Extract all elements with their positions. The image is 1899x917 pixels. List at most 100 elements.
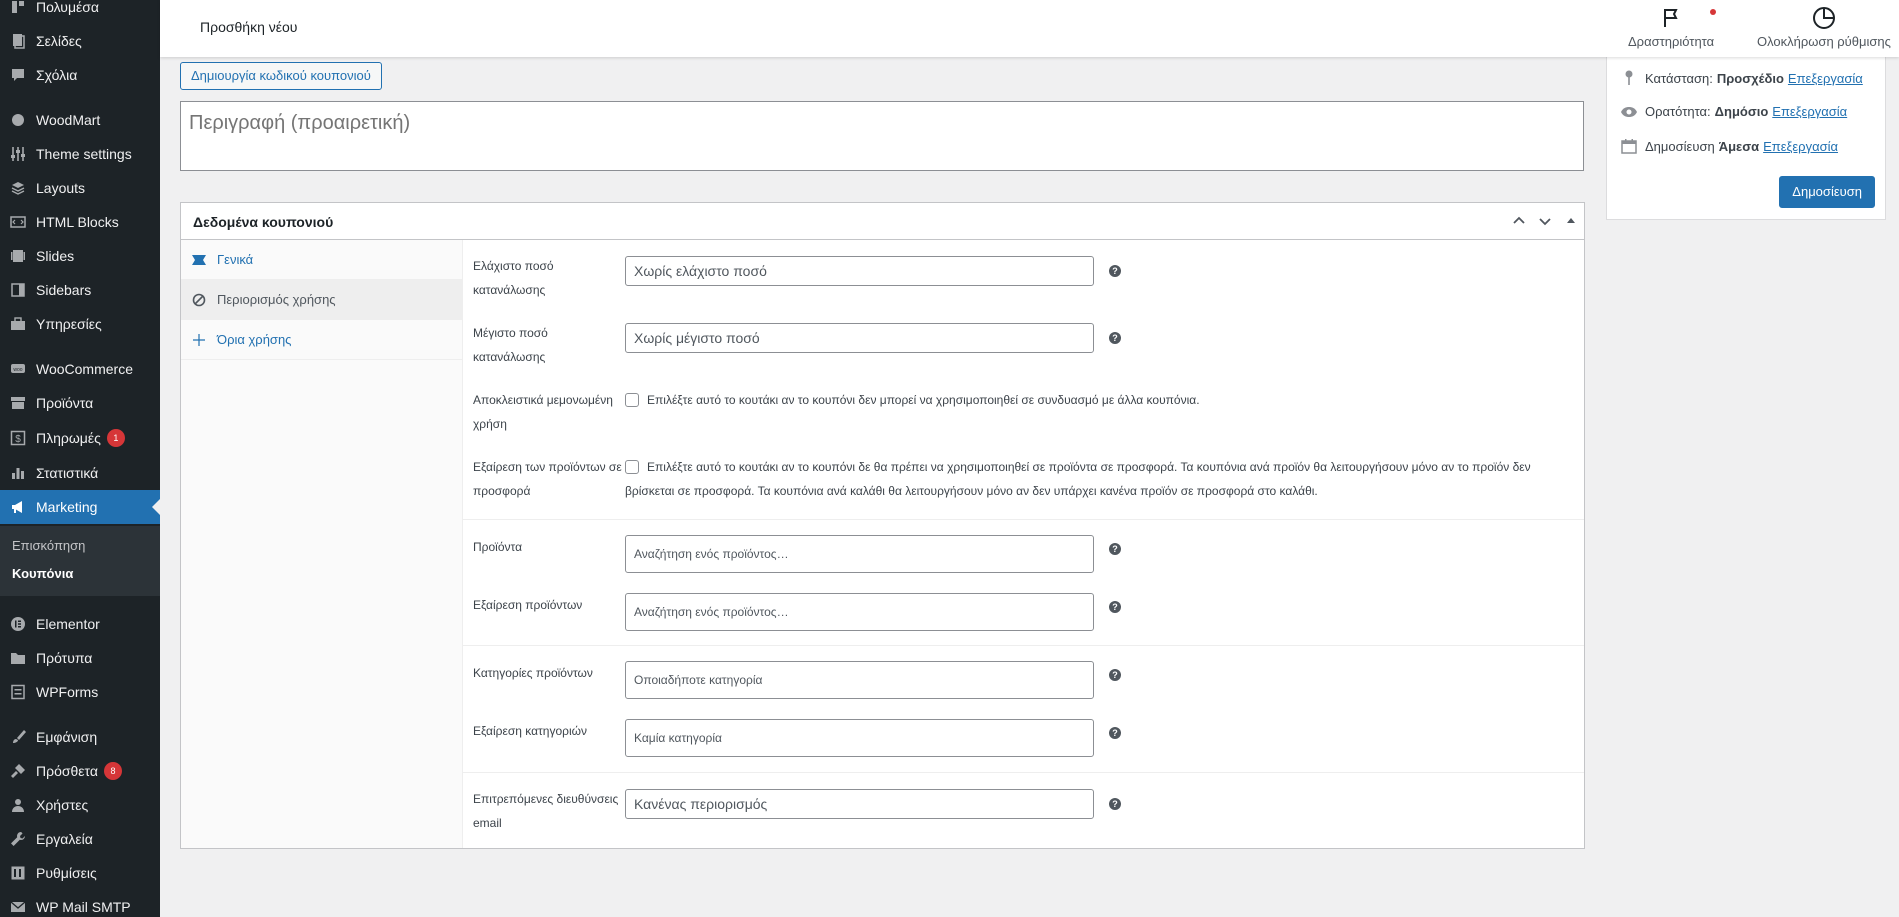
- tab-usage-restriction[interactable]: Περιορισμός χρήσης: [181, 280, 462, 320]
- sidebar-item-woocommerce[interactable]: woo WooCommerce: [0, 352, 160, 386]
- chevron-up-icon[interactable]: [1510, 212, 1528, 230]
- sidebar-item-label: WooCommerce: [36, 361, 133, 377]
- sidebar-item-wpforms[interactable]: WPForms: [0, 675, 160, 709]
- sidebar-item-woodmart[interactable]: WoodMart: [0, 103, 160, 137]
- sidebar-item-services[interactable]: Υπηρεσίες: [0, 307, 160, 341]
- tab-general[interactable]: Γενικά: [181, 240, 462, 280]
- settings-icon: [8, 863, 28, 883]
- activity-label: Δραστηριότητα: [1628, 34, 1715, 49]
- sidebar-item-label: Elementor: [36, 616, 100, 632]
- html-icon: [8, 212, 28, 232]
- woodmart-icon: [8, 110, 28, 130]
- svg-text:$: $: [15, 434, 21, 445]
- help-icon[interactable]: ?: [1109, 332, 1121, 344]
- sidebar-item-tools[interactable]: Εργαλεία: [0, 822, 160, 856]
- generate-coupon-code-button[interactable]: Δημιουργία κωδικού κουπονιού: [180, 62, 382, 90]
- sidebar-item-appearance[interactable]: Εμφάνιση: [0, 720, 160, 754]
- sidebar-item-layouts[interactable]: Layouts: [0, 171, 160, 205]
- usage-restriction-fields: Ελάχιστο ποσό κατανάλωσης Χωρίς ελάχιστο…: [463, 240, 1584, 848]
- product-categories-input[interactable]: Οποιαδήποτε κατηγορία: [625, 661, 1094, 699]
- divider: [463, 645, 1584, 646]
- help-icon[interactable]: ?: [1109, 265, 1121, 277]
- help-icon[interactable]: ?: [1109, 669, 1121, 681]
- submenu-item-coupons[interactable]: Κουπόνια: [12, 566, 73, 581]
- sidebar-item-html-blocks[interactable]: HTML Blocks: [0, 205, 160, 239]
- sidebar-item-settings[interactable]: Ρυθμίσεις: [0, 856, 160, 890]
- coupon-description-field[interactable]: [180, 101, 1584, 171]
- sidebar-item-marketing[interactable]: Marketing: [0, 490, 160, 524]
- help-icon[interactable]: ?: [1109, 601, 1121, 613]
- sidebar-item-payments[interactable]: $ Πληρωμές 1: [0, 421, 160, 455]
- sidebar-item-wp-mail-smtp[interactable]: WP Mail SMTP: [0, 890, 160, 917]
- sidebar-item-templates[interactable]: Πρότυπα: [0, 641, 160, 675]
- sidebar-item-label: Εργαλεία: [36, 831, 93, 847]
- sidebar-item-media[interactable]: Πολυμέσα: [0, 0, 160, 24]
- top-header-bar: Προσθήκη νέου Δραστηριότητα Ολοκλήρωση ρ…: [160, 0, 1899, 57]
- admin-sidebar: Πολυμέσα Σελίδες Σχόλια WoodMart Theme s…: [0, 0, 160, 917]
- status-value: Προσχέδιο: [1716, 70, 1784, 86]
- exclude-categories-input[interactable]: Καμία κατηγορία: [625, 719, 1094, 757]
- sidebar-item-users[interactable]: Χρήστες: [0, 788, 160, 822]
- publish-schedule-row: Δημοσίευση Άμεσα Επεξεργασία: [1619, 138, 1838, 154]
- schedule-label: Δημοσίευση: [1645, 138, 1715, 154]
- sidebar-item-label: Sidebars: [36, 282, 92, 298]
- exclude-sale-items-label: Εξαίρεση των προϊόντων σε προσφορά: [473, 460, 622, 498]
- finish-setup-button[interactable]: Ολοκλήρωση ρύθμισης: [1757, 6, 1891, 49]
- layers-icon: [8, 178, 28, 198]
- chevron-down-icon[interactable]: [1536, 212, 1554, 230]
- sidebar-item-label: Ρυθμίσεις: [36, 865, 97, 881]
- woo-icon: woo: [8, 359, 28, 379]
- help-icon[interactable]: ?: [1109, 543, 1121, 555]
- briefcase-icon: [8, 314, 28, 334]
- calendar-icon: [1619, 138, 1639, 154]
- edit-status-link[interactable]: Επεξεργασία: [1788, 71, 1863, 86]
- sidebar-item-plugins[interactable]: Πρόσθετα 8: [0, 754, 160, 788]
- plugins-count-badge: 8: [103, 762, 122, 780]
- sidebar-item-label: Πρόσθετα: [36, 763, 98, 779]
- sidebar-item-statistics[interactable]: Στατιστικά: [0, 456, 160, 490]
- sidebar-item-label: WP Mail SMTP: [36, 899, 131, 915]
- submenu-item-overview[interactable]: Επισκόπηση: [12, 538, 85, 553]
- products-label: Προϊόντα: [473, 540, 523, 554]
- sidebar-item-label: Σχόλια: [36, 67, 78, 83]
- edit-schedule-link[interactable]: Επεξεργασία: [1763, 139, 1838, 154]
- products-search-input[interactable]: Αναζήτηση ενός προϊόντος…: [625, 535, 1094, 573]
- allowed-emails-label: Επιτρεπόμενες διευθύνσεις email: [473, 792, 619, 830]
- flag-icon: [1659, 6, 1683, 30]
- sidebar-item-pages[interactable]: Σελίδες: [0, 24, 160, 58]
- sidebar-item-label: WoodMart: [36, 112, 101, 128]
- brush-icon: [8, 727, 28, 747]
- collapse-toggle-icon[interactable]: [1562, 212, 1580, 230]
- divider: [463, 772, 1584, 773]
- allowed-emails-input[interactable]: Κανένας περιορισμός: [625, 789, 1094, 819]
- sidebar-item-comments[interactable]: Σχόλια: [0, 58, 160, 92]
- sidebar-item-label: Πρότυπα: [36, 650, 93, 666]
- sliders-icon: [8, 144, 28, 164]
- exclude-products-label: Εξαίρεση προϊόντων: [473, 598, 583, 612]
- tab-usage-limits[interactable]: Όρια χρήσης: [181, 320, 462, 360]
- panel-title: Δεδομένα κουπονιού: [193, 214, 334, 230]
- status-label: Κατάσταση:: [1645, 70, 1713, 86]
- sidebar-item-label: Slides: [36, 248, 75, 264]
- sidebar-item-sidebars[interactable]: Sidebars: [0, 273, 160, 307]
- min-spend-input[interactable]: Χωρίς ελάχιστο ποσό: [625, 256, 1094, 286]
- exclude-products-search-input[interactable]: Αναζήτηση ενός προϊόντος…: [625, 593, 1094, 631]
- help-icon[interactable]: ?: [1109, 798, 1121, 810]
- activity-button[interactable]: Δραστηριότητα: [1628, 6, 1714, 49]
- users-icon: [8, 795, 28, 815]
- folder-icon: [8, 648, 28, 668]
- sidebar-item-slides[interactable]: Slides: [0, 239, 160, 273]
- sidebar-item-theme-settings[interactable]: Theme settings: [0, 137, 160, 171]
- sidebar-item-label: Σελίδες: [36, 33, 82, 49]
- publish-button[interactable]: Δημοσίευση: [1779, 176, 1875, 208]
- edit-visibility-link[interactable]: Επεξεργασία: [1772, 104, 1847, 119]
- sidebar-item-products[interactable]: Προϊόντα: [0, 386, 160, 420]
- mail-icon: [8, 897, 28, 917]
- sidebar-item-label: Στατιστικά: [36, 465, 99, 481]
- help-icon[interactable]: ?: [1109, 727, 1121, 739]
- sidebar-item-elementor[interactable]: Elementor: [0, 607, 160, 641]
- sidebar-item-label: WPForms: [36, 684, 99, 700]
- max-spend-input[interactable]: Χωρίς μέγιστο ποσό: [625, 323, 1094, 353]
- coupon-data-panel: Δεδομένα κουπονιού Γενικά Περιορισμός χρ…: [180, 202, 1585, 849]
- sidebar-item-label: Πληρωμές: [36, 430, 101, 446]
